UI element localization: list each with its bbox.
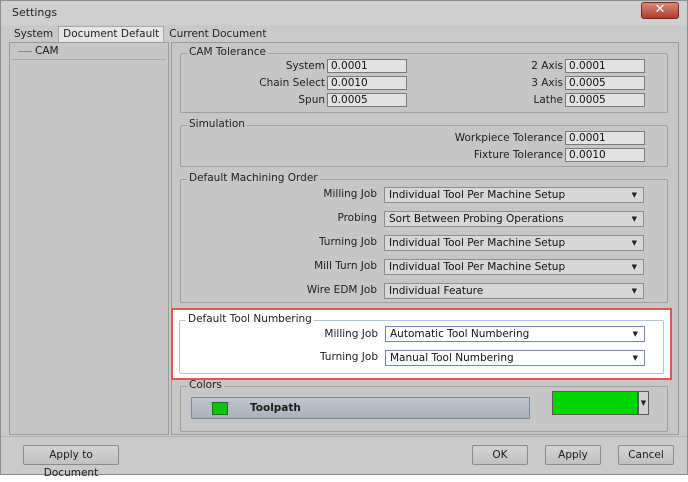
simulation-title: Simulation <box>187 118 247 130</box>
machining-order-group: Default Machining Order Milling Job Indi… <box>180 172 668 303</box>
chevron-down-icon: ▼ <box>631 239 637 247</box>
turning-job-numbering-select[interactable]: Manual Tool Numbering ▼ <box>385 350 645 366</box>
axis3-field[interactable]: 0.0005 <box>565 76 645 90</box>
lathe-field[interactable]: 0.0005 <box>565 93 645 107</box>
fixture-tolerance-field[interactable]: 0.0010 <box>565 148 645 162</box>
toolpath-color-row[interactable]: Toolpath <box>191 397 530 419</box>
chevron-down-icon: ▼ <box>631 215 637 223</box>
axis2-label: 2 Axis <box>531 60 563 72</box>
tool-numbering-highlight: Default Tool Numbering Milling Job Autom… <box>171 308 672 380</box>
mill-turn-job-order-value: Individual Tool Per Machine Setup <box>389 261 566 273</box>
chevron-down-icon: ▼ <box>631 191 637 199</box>
colors-title: Colors <box>187 379 224 391</box>
fixture-tolerance-label: Fixture Tolerance <box>473 149 563 161</box>
turning-job-numbering-label: Turning Job <box>319 351 378 363</box>
turning-job-label: Turning Job <box>318 236 377 248</box>
wire-edm-job-order-select[interactable]: Individual Feature ▼ <box>384 283 644 299</box>
probing-order-select[interactable]: Sort Between Probing Operations ▼ <box>384 211 644 227</box>
chevron-down-icon: ▼ <box>632 330 638 338</box>
dialog-button-bar: Apply to Document OK Apply Cancel <box>1 436 687 479</box>
chain-select-field[interactable]: 0.0010 <box>327 76 407 90</box>
toolpath-label: Toolpath <box>250 402 301 414</box>
turning-job-numbering-value: Manual Tool Numbering <box>390 352 514 364</box>
title-bar: Settings ✕ <box>1 1 687 25</box>
cam-tolerance-title: CAM Tolerance <box>187 46 268 58</box>
milling-job-label: Milling Job <box>323 188 377 200</box>
spun-field[interactable]: 0.0005 <box>327 93 407 107</box>
close-icon[interactable]: ✕ <box>641 2 679 19</box>
tab-strip: System Document Default Current Document <box>9 26 271 42</box>
wire-edm-job-label: Wire EDM Job <box>306 284 377 296</box>
ok-button[interactable]: OK <box>472 445 528 465</box>
tree-connector <box>18 51 32 52</box>
chevron-down-icon: ▼ <box>631 263 637 271</box>
tab-document-default[interactable]: Document Default <box>58 26 165 42</box>
chain-select-label: Chain Select <box>259 77 325 89</box>
cam-tolerance-group: CAM Tolerance System 0.0001 Chain Select… <box>180 46 668 113</box>
system-tolerance-field[interactable]: 0.0001 <box>327 59 407 73</box>
probing-label: Probing <box>337 212 377 224</box>
simulation-group: Simulation Workpiece Tolerance 0.0001 Fi… <box>180 118 668 167</box>
workpiece-tolerance-field[interactable]: 0.0001 <box>565 131 645 145</box>
probing-order-value: Sort Between Probing Operations <box>389 213 564 225</box>
chevron-down-icon: ▼ <box>632 354 638 362</box>
turning-job-order-select[interactable]: Individual Tool Per Machine Setup ▼ <box>384 235 644 251</box>
settings-window: Settings ✕ System Document Default Curre… <box>0 0 688 479</box>
apply-button[interactable]: Apply <box>545 445 601 465</box>
spun-label: Spun <box>298 94 325 106</box>
mill-turn-job-label: Mill Turn Job <box>314 260 377 272</box>
settings-tree: CAM <box>9 42 169 435</box>
window-title: Settings <box>12 6 58 19</box>
axis2-field[interactable]: 0.0001 <box>565 59 645 73</box>
tree-item-label: CAM <box>35 45 59 57</box>
milling-job-numbering-value: Automatic Tool Numbering <box>390 328 530 340</box>
tab-current-document[interactable]: Current Document <box>164 26 271 42</box>
workpiece-tolerance-label: Workpiece Tolerance <box>454 132 563 144</box>
milling-job-order-value: Individual Tool Per Machine Setup <box>389 189 566 201</box>
milling-job-order-select[interactable]: Individual Tool Per Machine Setup ▼ <box>384 187 644 203</box>
chevron-down-icon[interactable]: ▼ <box>638 391 649 415</box>
milling-job-numbering-label: Milling Job <box>324 328 378 340</box>
axis3-label: 3 Axis <box>531 77 563 89</box>
lathe-label: Lathe <box>533 94 563 106</box>
apply-to-document-button[interactable]: Apply to Document <box>23 445 119 479</box>
turning-job-order-value: Individual Tool Per Machine Setup <box>389 237 566 249</box>
milling-job-numbering-select[interactable]: Automatic Tool Numbering ▼ <box>385 326 645 342</box>
colors-group: Colors Toolpath ▼ <box>180 379 668 432</box>
machining-order-title: Default Machining Order <box>187 172 320 184</box>
tool-numbering-title: Default Tool Numbering <box>186 313 314 325</box>
tool-numbering-group: Default Tool Numbering Milling Job Autom… <box>179 313 664 374</box>
system-label: System <box>285 60 325 72</box>
cancel-button[interactable]: Cancel <box>618 445 674 465</box>
wire-edm-job-order-value: Individual Feature <box>389 285 484 297</box>
tab-system[interactable]: System <box>9 26 58 42</box>
tree-item-cam[interactable]: CAM <box>12 44 166 60</box>
mill-turn-job-order-select[interactable]: Individual Tool Per Machine Setup ▼ <box>384 259 644 275</box>
toolpath-color-picker[interactable] <box>552 391 638 415</box>
chevron-down-icon: ▼ <box>631 287 637 295</box>
toolpath-swatch <box>212 402 228 415</box>
